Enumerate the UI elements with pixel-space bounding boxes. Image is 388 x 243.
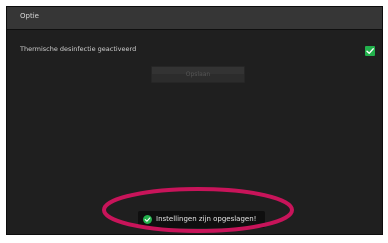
- panel-header: Optie: [7, 7, 382, 30]
- setting-label: Thermische desinfectie geactiveerd: [20, 45, 137, 53]
- toast-message: Instellingen zijn opgeslagen!: [156, 215, 257, 223]
- checkmark-icon: [366, 48, 374, 54]
- options-panel: Optie Thermische desinfectie geactiveerd…: [6, 6, 383, 235]
- save-button[interactable]: Opslaan: [151, 66, 245, 83]
- toast-notification: Instellingen zijn opgeslagen!: [138, 211, 265, 228]
- panel-title: Optie: [20, 12, 39, 20]
- check-circle-icon: [143, 215, 152, 224]
- save-button-label: Opslaan: [185, 71, 211, 78]
- thermal-disinfection-checkbox[interactable]: [365, 46, 375, 56]
- setting-row-thermal-disinfection[interactable]: Thermische desinfectie geactiveerd: [7, 37, 382, 57]
